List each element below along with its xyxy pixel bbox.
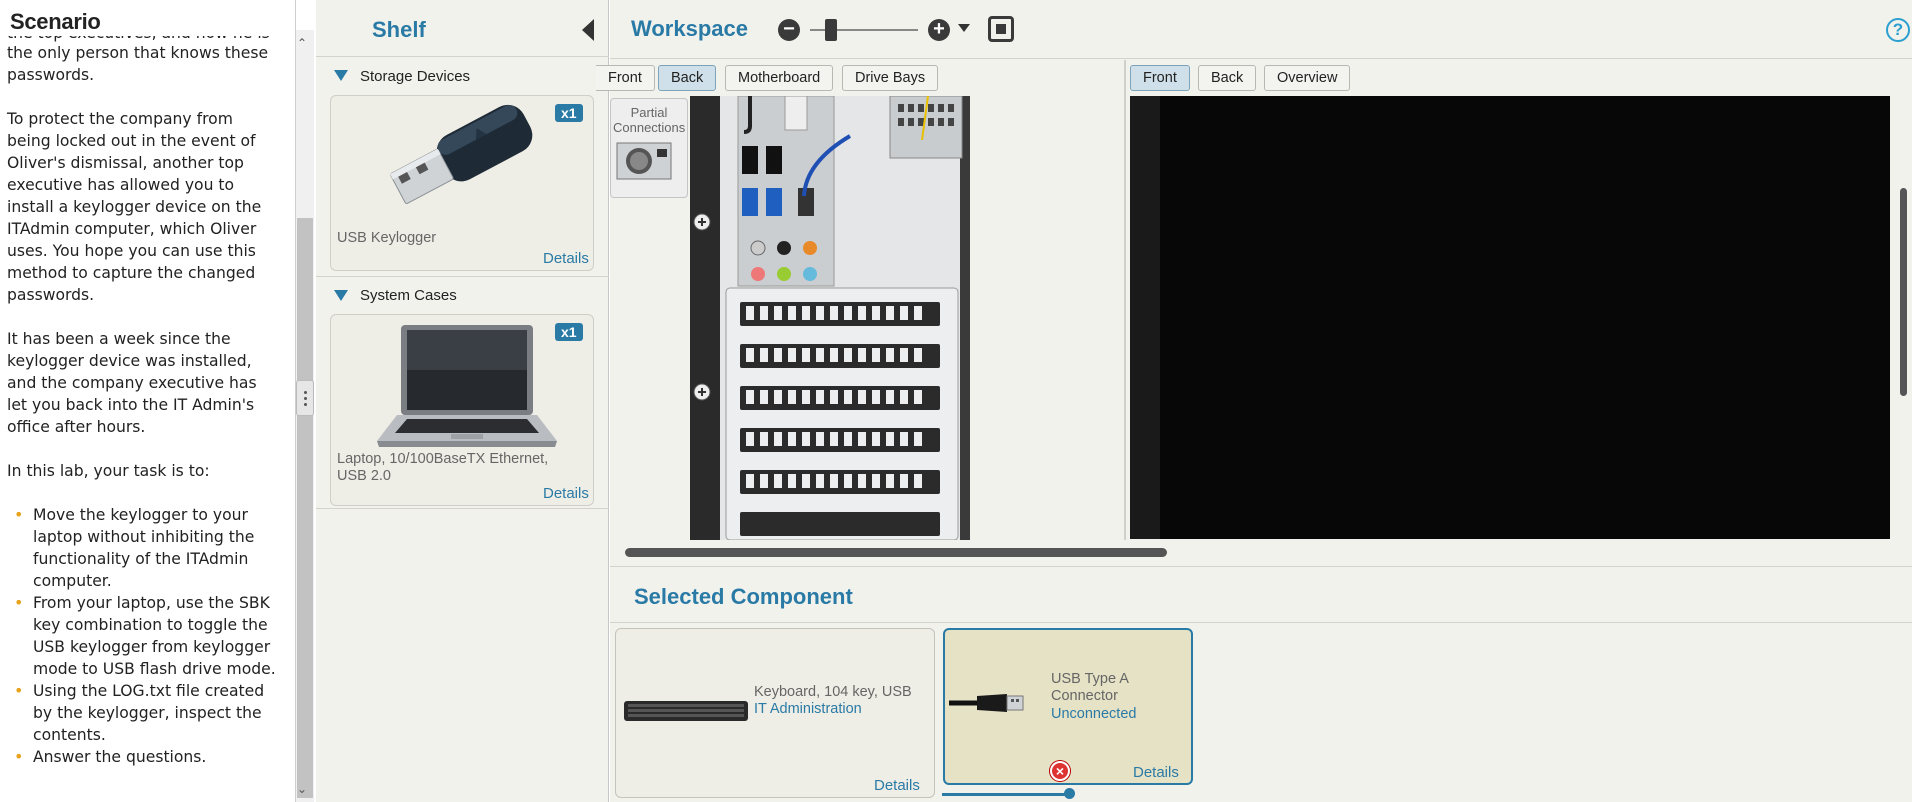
laptop-image: [377, 325, 557, 447]
view-divider: [1124, 60, 1126, 540]
help-icon[interactable]: ?: [1886, 18, 1910, 42]
tab-back[interactable]: Back: [1198, 65, 1257, 91]
keyboard-image: [624, 701, 748, 721]
partial-connections-box[interactable]: Partial Connections: [610, 98, 688, 198]
psu-thumbnail-image: [616, 142, 672, 180]
zoom-out-icon[interactable]: −: [778, 19, 800, 41]
selected-component-panel: Selected Component Keyboard, 104 key, US…: [610, 566, 1912, 802]
task-list: Move the keylogger to your laptop withou…: [7, 504, 279, 768]
expand-triangle-icon[interactable]: [334, 290, 348, 301]
fit-to-screen-icon[interactable]: [988, 16, 1014, 42]
shelf-item-label: Laptop, 10/100BaseTX Ethernet, USB 2.0: [337, 451, 549, 484]
tab-drive-bays[interactable]: Drive Bays: [842, 65, 939, 91]
tab-front[interactable]: Front: [1130, 65, 1190, 91]
selected-component-title: Selected Component: [634, 584, 853, 609]
laptop-front-view[interactable]: [1130, 96, 1890, 539]
tab-overview[interactable]: Overview: [1264, 65, 1351, 91]
scenario-paragraph: the only person that knows these passwor…: [7, 44, 269, 84]
shelf-divider: [316, 276, 609, 277]
group-header-system-cases[interactable]: System Cases: [360, 287, 457, 304]
scenario-text: the only person that knows these passwor…: [7, 42, 279, 768]
tab-front[interactable]: Front: [596, 65, 655, 91]
workspace-vertical-scrollbar[interactable]: [1900, 188, 1907, 396]
workspace-title: Workspace: [631, 16, 748, 41]
scenario-paragraph: It has been a week since the keylogger d…: [7, 330, 257, 436]
scenario-paragraph: To protect the company from being locked…: [7, 110, 262, 304]
scroll-up-icon[interactable]: ⌃: [297, 36, 307, 50]
collapse-left-icon[interactable]: [582, 19, 594, 41]
zoom-dropdown-icon[interactable]: [958, 24, 970, 32]
computer-back-view[interactable]: Partial Connections: [610, 96, 1117, 540]
partial-connections-label: Partial Connections: [613, 105, 686, 135]
scenario-scroll-thumb[interactable]: [297, 218, 313, 798]
count-badge: x1: [555, 323, 583, 341]
shelf-header: Shelf: [316, 0, 609, 57]
details-link[interactable]: Details: [874, 777, 920, 794]
card-scroll-track[interactable]: [942, 793, 1072, 796]
group-header-storage-devices[interactable]: Storage Devices: [360, 68, 470, 85]
component-name: Keyboard, 104 key, USB: [754, 684, 912, 700]
task-item: Answer the questions.: [14, 746, 279, 768]
usb-connector-image: [949, 694, 1024, 712]
component-card-usb-connector[interactable]: USB Type A Connector Unconnected Details: [943, 628, 1193, 785]
card-scroll-thumb[interactable]: [1064, 788, 1075, 799]
task-item: From your laptop, use the SBK key combin…: [14, 592, 279, 680]
scenario-title: Scenario: [10, 9, 105, 35]
shelf-item-label: USB Keylogger: [337, 230, 437, 246]
details-link[interactable]: Details: [543, 485, 589, 502]
scroll-down-icon[interactable]: ⌄: [297, 782, 307, 796]
shelf-item-laptop[interactable]: x1 Laptop, 10/100BaseTX Ethernet, USB 2.…: [330, 314, 594, 506]
component-status[interactable]: Unconnected: [1051, 706, 1136, 722]
task-item: Using the LOG.txt file created by the ke…: [14, 680, 279, 746]
scenario-paragraph: In this lab, your task is to:: [7, 462, 210, 480]
panel-splitter-handle[interactable]: [296, 380, 314, 416]
workspace-panel: Workspace − + ? Front Back Motherboard D…: [596, 0, 1912, 566]
shelf-item-usb-keylogger[interactable]: x1 USB Keylogger Details: [330, 95, 594, 271]
scenario-panel: the top executives, and how he is Scenar…: [0, 0, 296, 802]
zoom-in-icon[interactable]: +: [928, 19, 950, 41]
count-badge: x1: [555, 104, 583, 122]
details-link[interactable]: Details: [543, 250, 589, 267]
workspace-header: Workspace − + ?: [610, 0, 1912, 59]
error-x-icon[interactable]: ×: [1050, 761, 1070, 781]
component-card-keyboard[interactable]: Keyboard, 104 key, USB IT Administration…: [615, 628, 935, 798]
expand-triangle-icon[interactable]: [334, 70, 348, 81]
component-status[interactable]: IT Administration: [754, 701, 862, 717]
usb-keylogger-image: [390, 104, 533, 204]
details-link[interactable]: Details: [1133, 764, 1179, 781]
workspace-horizontal-scrollbar[interactable]: [625, 548, 1167, 557]
shelf-panel: Shelf Storage Devices x1 USB Keylogger D…: [316, 0, 609, 802]
laptop-bezel-edge: [1130, 96, 1160, 539]
shelf-divider: [316, 508, 609, 509]
shelf-title: Shelf: [372, 17, 426, 42]
task-item: Move the keylogger to your laptop withou…: [14, 504, 279, 592]
tab-back[interactable]: Back: [658, 65, 717, 91]
tab-motherboard[interactable]: Motherboard: [725, 65, 834, 91]
zoom-slider-thumb[interactable]: [825, 19, 837, 41]
selected-component-header: Selected Component: [610, 567, 1912, 623]
component-name: USB Type A Connector: [1051, 671, 1129, 704]
